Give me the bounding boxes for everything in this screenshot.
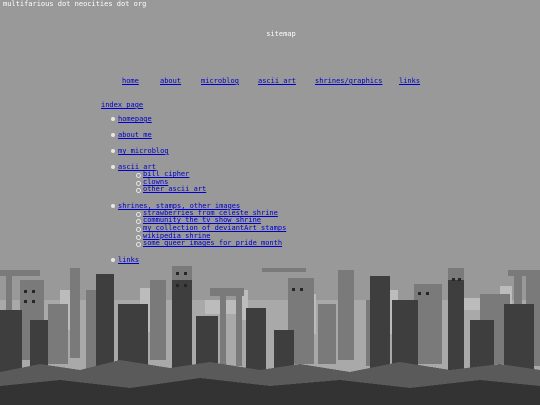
nav-link-home[interactable]: home: [122, 77, 139, 85]
site-title: multifarious dot neocities dot org: [3, 0, 147, 8]
sitemap-link-pride-images[interactable]: some queer images for pride month: [143, 239, 282, 247]
top-navigation: home about microblog ascii art shrines/g…: [0, 77, 540, 87]
sublist-item: other ascii art: [135, 185, 286, 194]
index-page-link[interactable]: index page: [101, 101, 143, 109]
nav-link-ascii-art[interactable]: ascii art: [258, 77, 296, 85]
sitemap-link-microblog[interactable]: my microblog: [118, 147, 169, 155]
sitemap-link-about-me[interactable]: about me: [118, 131, 152, 139]
nav-link-microblog[interactable]: microblog: [201, 77, 239, 85]
sitemap-item-microblog: my microblog: [110, 147, 286, 155]
city-ruins-background: [0, 266, 540, 405]
page-title: sitemap: [266, 30, 296, 38]
sitemap-list: homepage about me my microblog ascii art…: [110, 115, 286, 272]
sitemap-item-shrines: shrines, stamps, other images strawberri…: [110, 202, 286, 248]
ascii-art-sublist: bill cipher clowns other ascii art: [118, 170, 286, 194]
nav-link-links[interactable]: links: [399, 77, 420, 85]
sitemap-item-homepage: homepage: [110, 115, 286, 123]
sitemap-item-ascii-art: ascii art bill cipher clowns other ascii…: [110, 163, 286, 194]
nav-link-shrines-graphics[interactable]: shrines/graphics: [315, 77, 382, 85]
nav-link-about[interactable]: about: [160, 77, 181, 85]
shrines-sublist: strawberries from celeste shrine communi…: [118, 209, 286, 248]
sitemap-item-about-me: about me: [110, 131, 286, 139]
sitemap-link-homepage[interactable]: homepage: [118, 115, 152, 123]
sitemap-link-other-ascii-art[interactable]: other ascii art: [143, 185, 206, 193]
sublist-item: some queer images for pride month: [135, 239, 286, 248]
